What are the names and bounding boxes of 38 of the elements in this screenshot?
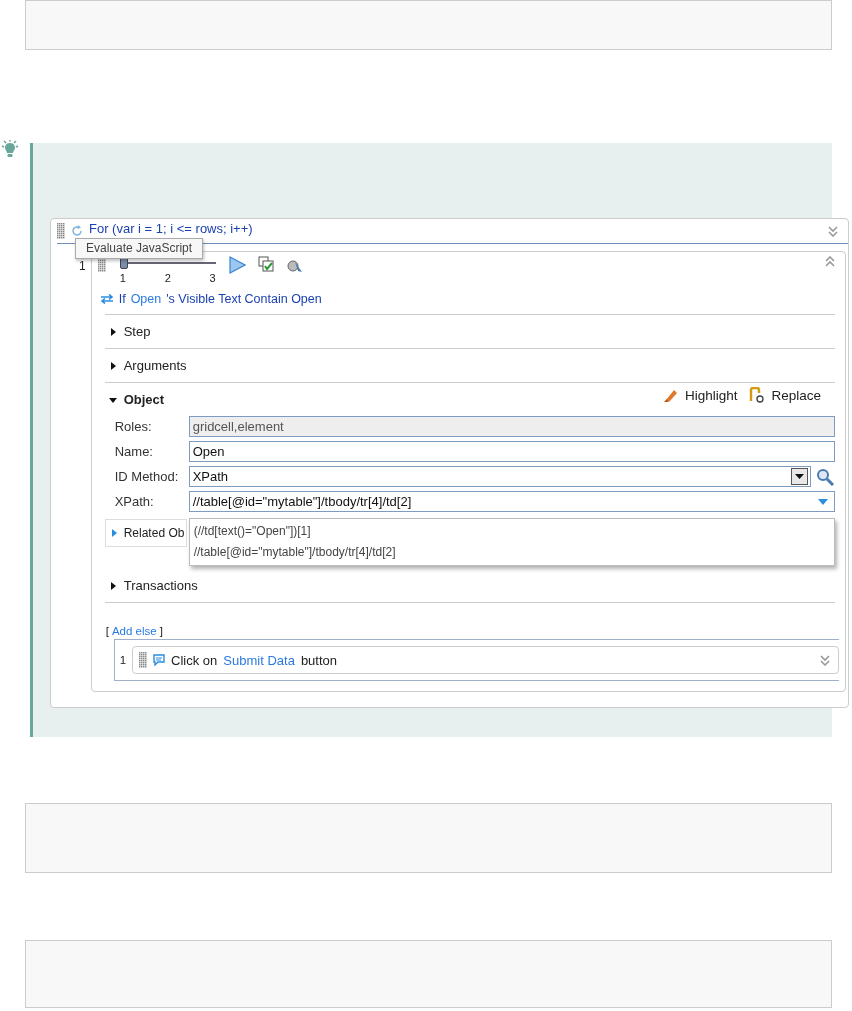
condition-keyword: If (118, 292, 126, 306)
step-number: 1 (79, 258, 86, 275)
name-field[interactable]: Open (188, 441, 835, 462)
section-title[interactable]: Related Ob (123, 526, 185, 540)
section-title[interactable]: Transactions (123, 578, 198, 593)
bracket: [ (105, 625, 109, 637)
replace-button[interactable]: Replace (749, 387, 821, 403)
suggestion-item[interactable]: //table[@id="mytable"]/tbody/tr[4]/td[2] (189, 542, 834, 563)
section-header[interactable]: Object (104, 383, 165, 416)
tooltip: Evaluate JavaScript (75, 238, 204, 259)
condition-text: 's Visible Text Contain Open (166, 292, 322, 306)
step-number: 1 (119, 654, 127, 666)
section-header[interactable]: Arguments (104, 349, 187, 382)
highlight-button[interactable]: Highlight (662, 387, 738, 403)
slider-tick-label: 3 (209, 272, 216, 284)
section-title[interactable]: Object (123, 392, 165, 407)
slider-tick-label: 1 (119, 272, 126, 284)
section-header[interactable]: Step (104, 315, 151, 348)
field-label: Roles: (114, 419, 153, 434)
suggestion-item[interactable]: (//td[text()="Open"])[1] (189, 521, 834, 542)
section-title[interactable]: Arguments (123, 358, 187, 373)
object-link[interactable]: Submit Data (223, 652, 295, 668)
xpath-combo[interactable]: //table[@id="mytable"]/tbody/tr[4]/td[2] (188, 491, 835, 512)
field-label: XPath: (114, 494, 155, 509)
bracket: ] (159, 625, 163, 637)
field-label: ID Method: (114, 469, 180, 484)
related-objects-header[interactable]: Related Ob (104, 519, 188, 547)
section-header[interactable]: Transactions (104, 569, 198, 602)
loop-title[interactable]: For (var i = 1; i <= rows; i++) (89, 220, 253, 236)
step-action: Click on (171, 652, 218, 668)
field-label: Name: (114, 444, 154, 459)
slider-tick-label: 2 (164, 272, 171, 284)
roles-field[interactable]: gridcell,element (188, 416, 835, 437)
id-method-select[interactable]: XPath (188, 466, 811, 487)
object-link[interactable]: Open (130, 292, 162, 306)
step-text: button (300, 652, 338, 668)
section-title[interactable]: Step (123, 324, 151, 339)
add-else-link[interactable]: Add else (111, 625, 157, 637)
